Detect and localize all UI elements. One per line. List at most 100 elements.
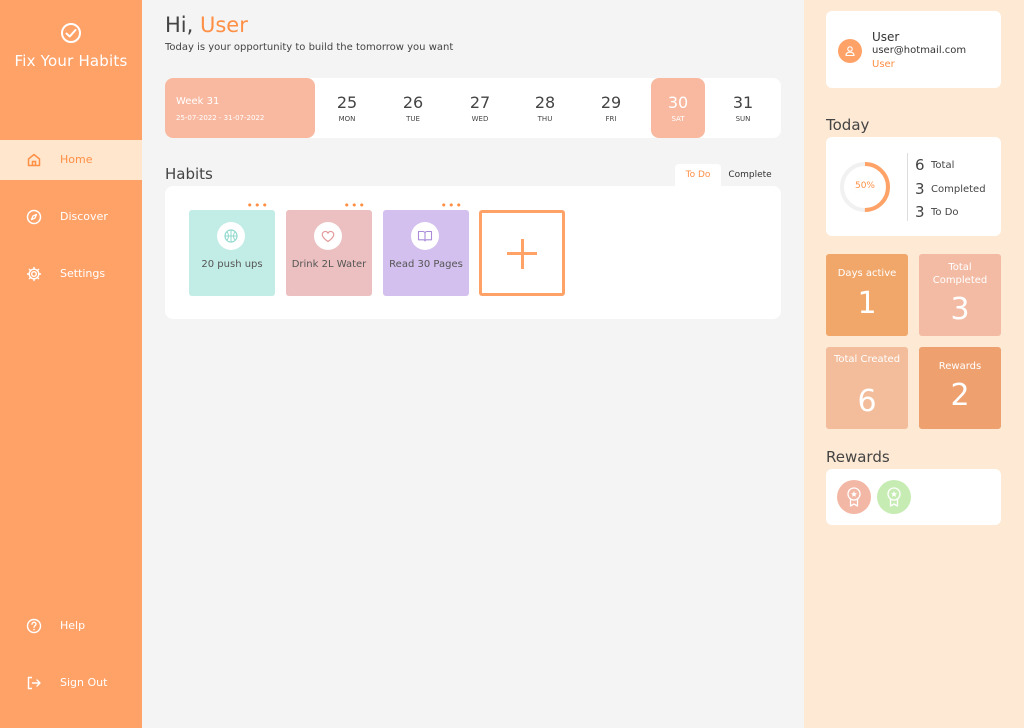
habit-label: 20 push ups (201, 259, 263, 270)
nav-item-discover[interactable]: Discover (0, 197, 142, 237)
divider (907, 153, 908, 221)
day-number: 27 (469, 93, 491, 112)
today-summary-card: 50% 6 Total 3 Completed 3 To Do (826, 137, 1001, 236)
habits-panel: ••• 20 push ups ••• Drink 2L Water ••• R… (165, 186, 781, 319)
day-number: 25 (336, 93, 358, 112)
habit-card-drink-water[interactable]: ••• Drink 2L Water (286, 200, 372, 296)
day-mon[interactable]: 25 MON (320, 78, 374, 138)
nav-label: Help (60, 619, 86, 632)
stat-label: Total (931, 160, 955, 171)
page-subtitle: Today is your opportunity to build the t… (165, 42, 454, 53)
sign-out-icon (27, 676, 41, 690)
compass-icon (26, 209, 42, 225)
right-panel: User user@hotmail.com User Today 50% 6 T… (804, 0, 1024, 728)
stat-value: 3 (915, 203, 925, 221)
habit-label: Drink 2L Water (291, 259, 367, 270)
award-badge-icon (847, 487, 861, 507)
user-email: user@hotmail.com (872, 45, 967, 56)
check-circle-icon (61, 23, 81, 43)
greeting-user-name: User (200, 13, 248, 37)
nav-label: Settings (60, 267, 106, 280)
stat-label: Completed (931, 184, 986, 195)
tile-rewards: Rewards 2 (919, 347, 1001, 429)
more-options-icon[interactable]: ••• (441, 200, 463, 211)
day-wed[interactable]: 27 WED (453, 78, 507, 138)
day-number: 30 (667, 93, 689, 112)
basketball-icon (224, 229, 238, 243)
gear-icon (26, 266, 42, 282)
stat-label: To Do (931, 207, 959, 218)
habit-card-push-ups[interactable]: ••• 20 push ups (189, 200, 275, 296)
day-fri[interactable]: 29 FRI (584, 78, 638, 138)
day-name: SAT (671, 115, 685, 123)
tab-to-do[interactable]: To Do (675, 164, 721, 186)
greeting-prefix: Hi, (165, 13, 194, 37)
tile-value: 6 (857, 384, 877, 419)
nav-item-settings[interactable]: Settings (0, 254, 142, 294)
tile-value: 2 (950, 378, 970, 413)
app-title: Fix Your Habits (14, 52, 128, 70)
day-name: TUE (406, 115, 420, 123)
habit-icon-holder (217, 222, 245, 250)
day-tue[interactable]: 26 TUE (386, 78, 440, 138)
day-sat[interactable]: 30 SAT (651, 78, 705, 138)
stat-value: 3 (915, 180, 925, 198)
day-sun[interactable]: 31 SUN (716, 78, 770, 138)
home-icon (27, 153, 41, 167)
tile-label: Total Completed (932, 262, 988, 286)
habit-icon-holder (314, 222, 342, 250)
nav-label: Home (60, 153, 93, 166)
day-number: 29 (600, 93, 622, 112)
reward-badge[interactable] (877, 480, 911, 514)
tile-total-created: Total Created 6 (826, 347, 908, 429)
user-icon (845, 46, 855, 57)
nav-item-home[interactable]: Home (0, 140, 142, 180)
heart-icon (321, 230, 335, 243)
add-habit-button[interactable] (479, 210, 565, 296)
week-range: 25-07-2022 - 31-07-2022 (176, 114, 265, 122)
nav-label: Sign Out (60, 676, 108, 689)
tile-label: Rewards (938, 361, 982, 372)
day-number: 26 (402, 93, 424, 112)
habit-card-read-pages[interactable]: ••• Read 30 Pages (383, 200, 469, 296)
progress-percent: 50% (854, 181, 875, 191)
stat-value: 6 (915, 156, 925, 174)
week-label: Week 31 (176, 96, 220, 107)
day-name: FRI (605, 115, 617, 123)
reward-badge[interactable] (837, 480, 871, 514)
today-title: Today (826, 116, 870, 134)
tile-value: 1 (857, 286, 877, 321)
sidebar: Fix Your Habits Home Discover Settings H… (0, 0, 142, 728)
day-thu[interactable]: 28 THU (518, 78, 572, 138)
help-icon (26, 618, 42, 634)
habit-label: Read 30 Pages (389, 259, 463, 270)
day-name: WED (471, 115, 489, 123)
day-number: 31 (732, 93, 754, 112)
user-role: User (872, 59, 895, 70)
day-name: THU (537, 115, 553, 123)
brand: Fix Your Habits (0, 22, 142, 70)
more-options-icon[interactable]: ••• (247, 200, 269, 211)
nav-label: Discover (60, 210, 108, 223)
tile-value: 3 (950, 292, 970, 327)
user-profile-card[interactable]: User user@hotmail.com User (826, 11, 1001, 88)
more-options-icon[interactable]: ••• (344, 200, 366, 211)
nav-item-help[interactable]: Help (0, 606, 142, 646)
avatar (838, 39, 862, 63)
habit-icon-holder (411, 222, 439, 250)
day-name: SUN (735, 115, 751, 123)
book-icon (417, 230, 433, 242)
day-name: MON (338, 115, 356, 123)
nav-item-sign-out[interactable]: Sign Out (0, 663, 142, 703)
habits-title: Habits (165, 165, 213, 183)
rewards-title: Rewards (826, 448, 890, 466)
tile-label: Total Created (833, 354, 901, 365)
tile-days-active: Days active 1 (826, 254, 908, 336)
tile-label: Days active (837, 268, 897, 279)
week-calendar: Week 31 25-07-2022 - 31-07-2022 25 MON 2… (165, 78, 781, 138)
tab-complete[interactable]: Complete (725, 164, 775, 186)
user-name: User (872, 30, 900, 44)
week-summary: Week 31 25-07-2022 - 31-07-2022 (165, 78, 315, 138)
day-number: 28 (534, 93, 556, 112)
plus-icon-stroke (520, 239, 524, 269)
